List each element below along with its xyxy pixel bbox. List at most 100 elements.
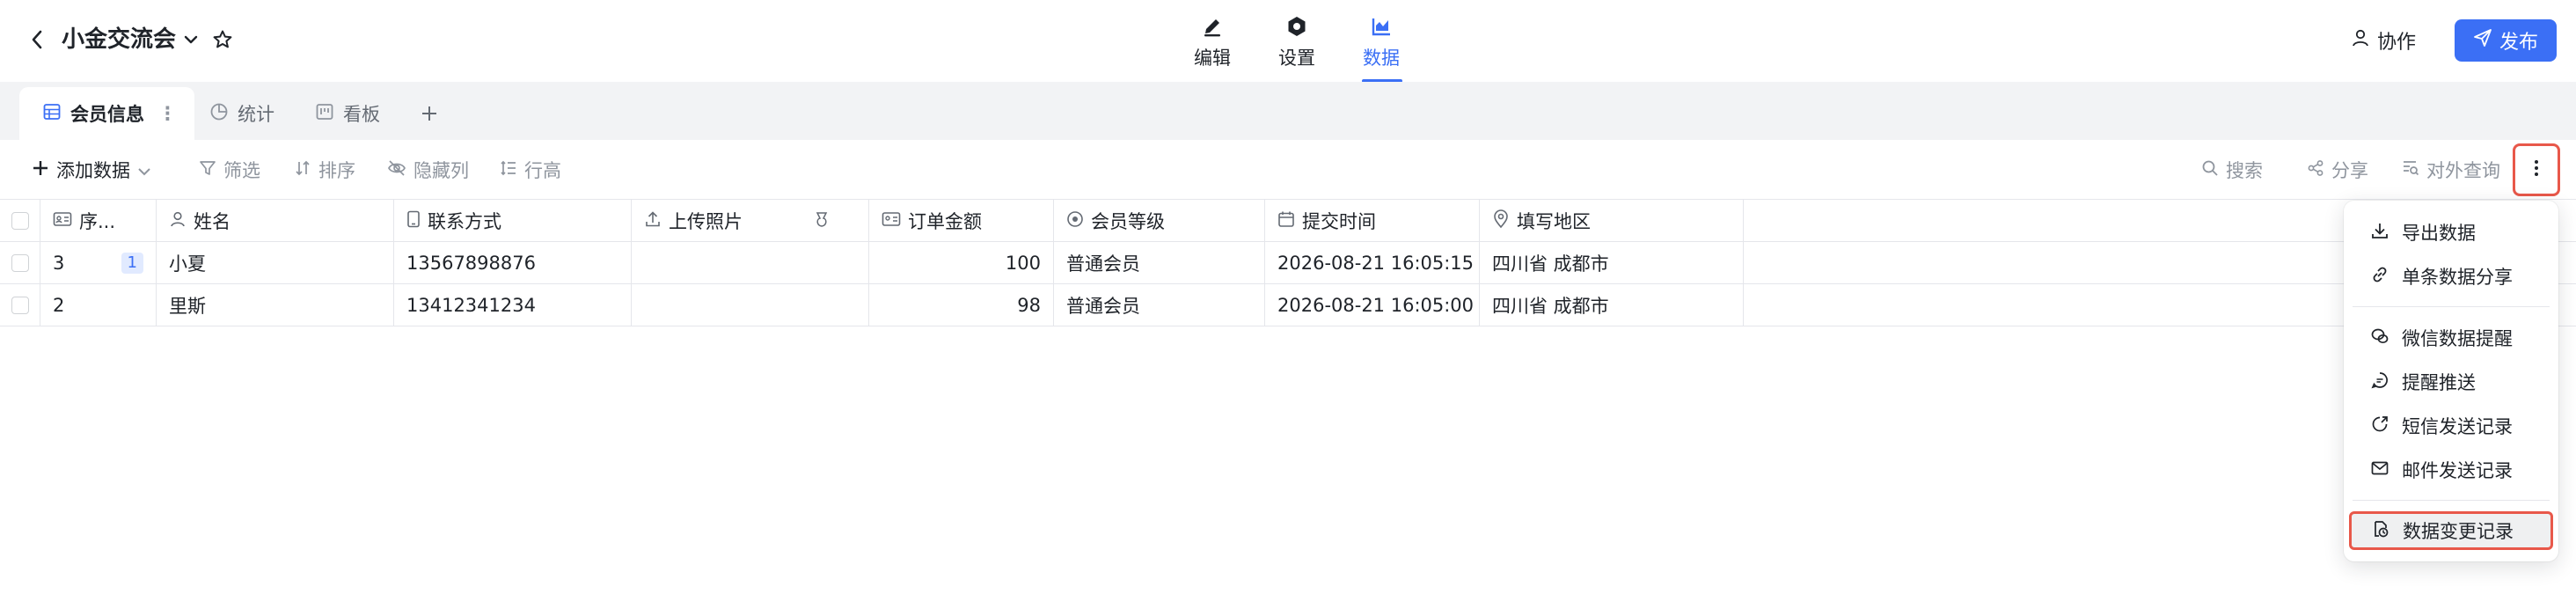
column-header-seq[interactable]: 序... <box>40 200 157 242</box>
cell-seq[interactable]: 2 <box>40 284 157 326</box>
tab-edit-label: 编辑 <box>1194 48 1231 69</box>
cell-name[interactable]: 小夏 <box>157 242 394 284</box>
column-header-order-amount[interactable]: 订单金额 <box>869 200 1054 242</box>
cell-time[interactable]: 2026-08-21 16:05:00 <box>1265 284 1480 326</box>
cell-name[interactable]: 里斯 <box>157 284 394 326</box>
cell-region[interactable]: 四川省 成都市 <box>1480 242 1744 284</box>
sheet-tab-stats[interactable]: 统计 <box>209 87 274 140</box>
menu-item-share-single[interactable]: 单条数据分享 <box>2353 257 2550 296</box>
tab-data-label: 数据 <box>1363 48 1400 69</box>
column-header-label: 姓名 <box>194 211 231 232</box>
phone-icon <box>406 210 421 232</box>
tab-settings-label: 设置 <box>1278 48 1315 69</box>
star-icon[interactable] <box>209 25 236 55</box>
sheet-tab-kanban[interactable]: 看板 <box>315 87 380 140</box>
cell-phone[interactable]: 13567898876 <box>394 242 632 284</box>
link-icon <box>2370 265 2389 289</box>
table-icon <box>42 102 62 126</box>
add-sheet-icon[interactable] <box>415 96 443 131</box>
sheet-tab-member-info[interactable]: 会员信息 ⋮ <box>19 87 194 140</box>
cell-time[interactable]: 2026-08-21 16:05:15 <box>1265 242 1480 284</box>
message-icon <box>2370 370 2389 394</box>
publish-button[interactable]: 发布 <box>2455 19 2557 62</box>
id-card-icon <box>53 210 72 231</box>
column-header-submit-time[interactable]: 提交时间 <box>1265 200 1480 242</box>
table-row[interactable]: 2 里斯 13412341234 98 普通会员 2026-08-21 16:0… <box>0 284 2576 326</box>
more-options-button[interactable] <box>2513 143 2560 196</box>
row-checkbox-cell[interactable] <box>0 284 40 326</box>
search-button[interactable]: 搜索 <box>2201 140 2263 200</box>
add-data-button[interactable]: 添加数据 <box>32 140 151 200</box>
filter-button[interactable]: 筛选 <box>199 140 260 200</box>
column-header-name[interactable]: 姓名 <box>157 200 394 242</box>
cell-level[interactable]: 普通会员 <box>1054 284 1265 326</box>
table-row[interactable]: 3 1 小夏 13567898876 100 普通会员 2026-08-21 1… <box>0 242 2576 284</box>
settings-icon <box>1285 11 1308 42</box>
menu-item-label: 数据变更记录 <box>2403 521 2514 542</box>
menu-item-export-data[interactable]: 导出数据 <box>2353 213 2550 252</box>
add-data-label: 添加数据 <box>56 160 130 181</box>
hide-columns-button[interactable]: 隐藏列 <box>387 140 469 200</box>
menu-item-label: 导出数据 <box>2402 223 2476 244</box>
select-all-checkbox[interactable] <box>0 200 40 242</box>
pen-icon <box>1201 11 1224 42</box>
column-header-upload-photo[interactable]: 上传照片 <box>632 200 869 242</box>
row-checkbox-cell[interactable] <box>0 242 40 284</box>
cell-level[interactable]: 普通会员 <box>1054 242 1265 284</box>
sort-label: 排序 <box>318 160 355 181</box>
menu-item-label: 邮件发送记录 <box>2402 460 2513 481</box>
more-vertical-icon[interactable]: ⋮ <box>158 103 177 124</box>
cell-photo[interactable] <box>632 242 869 284</box>
public-query-button[interactable]: 对外查询 <box>2402 140 2500 200</box>
column-header-label: 序... <box>79 211 116 232</box>
seq-value: 3 <box>53 253 65 274</box>
public-query-label: 对外查询 <box>2426 160 2500 181</box>
menu-item-push-reminder[interactable]: 提醒推送 <box>2353 363 2550 401</box>
back-arrow-icon[interactable] <box>25 25 49 55</box>
checkbox[interactable] <box>11 297 29 314</box>
plus-icon <box>32 159 49 181</box>
comment-count-badge[interactable]: 1 <box>121 253 143 274</box>
app-title[interactable]: 小金交流会 <box>62 23 176 56</box>
checkbox[interactable] <box>11 254 29 272</box>
mail-icon <box>2370 458 2389 482</box>
column-header-label: 联系方式 <box>428 211 501 232</box>
menu-item-change-history[interactable]: 数据变更记录 <box>2349 511 2553 550</box>
download-icon <box>2370 221 2389 245</box>
menu-item-label: 单条数据分享 <box>2402 267 2513 288</box>
cell-amount[interactable]: 98 <box>869 284 1054 326</box>
radio-icon <box>1066 210 1084 232</box>
cell-photo[interactable] <box>632 284 869 326</box>
column-header-region[interactable]: 填写地区 <box>1480 200 1744 242</box>
chart-icon <box>1370 11 1393 42</box>
share-icon <box>2307 159 2324 181</box>
checkbox[interactable] <box>11 212 29 230</box>
cell-amount[interactable]: 100 <box>869 242 1054 284</box>
more-options-menu: 导出数据 单条数据分享 微信数据提醒 提醒推送 短信发送记录 邮件发送记录 数据… <box>2344 201 2558 561</box>
collaborate-button[interactable]: 协作 <box>2351 23 2416 58</box>
mode-tabs: 编辑 设置 数据 <box>1170 11 1423 83</box>
tab-data[interactable]: 数据 <box>1339 11 1423 83</box>
share-button[interactable]: 分享 <box>2307 140 2368 200</box>
image-field-icon <box>814 210 830 232</box>
row-height-button[interactable]: 行高 <box>500 140 561 200</box>
number-icon <box>882 210 901 231</box>
column-header-phone[interactable]: 联系方式 <box>394 200 632 242</box>
sort-button[interactable]: 排序 <box>294 140 355 200</box>
cell-region[interactable]: 四川省 成都市 <box>1480 284 1744 326</box>
column-header-member-level[interactable]: 会员等级 <box>1054 200 1265 242</box>
query-icon <box>2402 159 2419 181</box>
share-label: 分享 <box>2331 160 2368 181</box>
menu-item-sms-records[interactable]: 短信发送记录 <box>2353 407 2550 445</box>
tab-settings[interactable]: 设置 <box>1255 11 1339 81</box>
menu-item-wechat-reminder[interactable]: 微信数据提醒 <box>2353 319 2550 357</box>
cell-phone[interactable]: 13412341234 <box>394 284 632 326</box>
menu-item-mail-records[interactable]: 邮件发送记录 <box>2353 451 2550 489</box>
column-header-label: 订单金额 <box>908 211 982 232</box>
chevron-down-icon <box>137 159 151 180</box>
chevron-down-icon[interactable] <box>179 26 202 53</box>
tab-edit[interactable]: 编辑 <box>1170 11 1255 81</box>
cell-seq[interactable]: 3 1 <box>40 242 157 284</box>
data-toolbar: 添加数据 筛选 排序 隐藏列 行高 搜索 分享 对外查询 <box>0 140 2576 200</box>
sms-icon <box>2370 414 2389 438</box>
